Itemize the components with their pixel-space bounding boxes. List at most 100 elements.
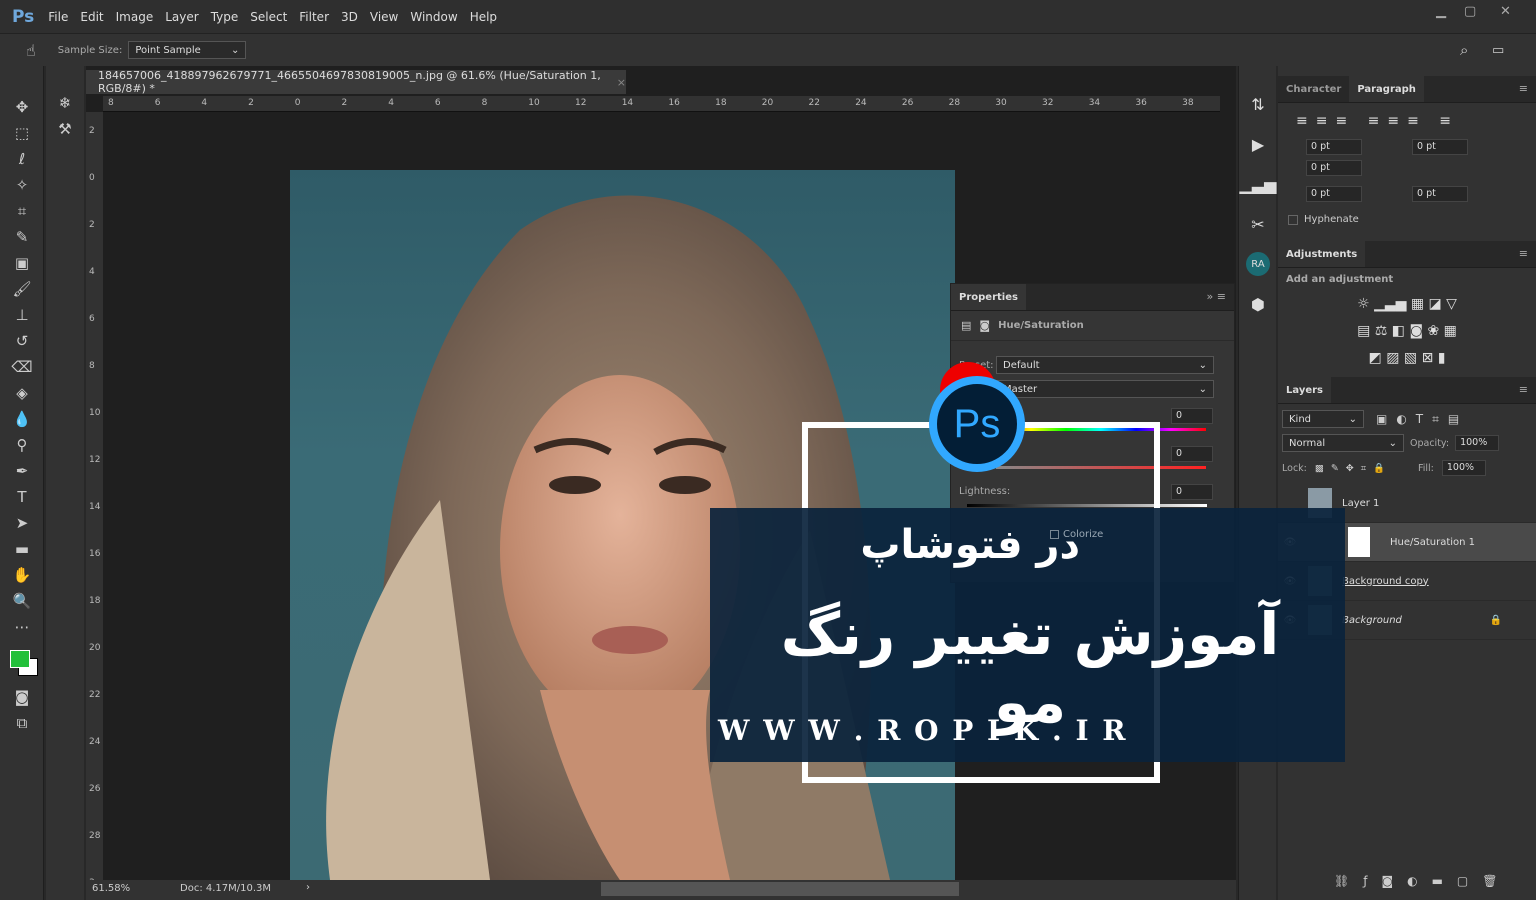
crop-tool-icon[interactable]: ⌗ — [0, 198, 44, 224]
color-swatches[interactable] — [0, 640, 43, 684]
eyedropper-tool-icon[interactable]: ✎ — [0, 224, 44, 250]
zoom-level[interactable]: 61.58% — [92, 883, 130, 894]
properties-title[interactable]: Properties — [951, 284, 1026, 310]
banner-url: W W W . R O P I K . I R — [718, 714, 1128, 747]
colorize-checkbox-box[interactable] — [1050, 530, 1059, 539]
channel-select[interactable]: Master ⌄ — [996, 380, 1214, 398]
menu-type[interactable]: Type — [211, 10, 239, 24]
tools-panel: ✥ ⬚ ℓ ✧ ⌗ ✎ ▣ 🖌 ⊥ ↺ ⌫ ◈ 💧 ⚲ ✒ T ➤ ▬ ✋ 🔍 … — [0, 66, 44, 900]
ruler-tick-label: 34 — [1088, 98, 1101, 108]
adjustment-icons[interactable]: ☼ ▁▃▅ ▦ ◪ ▽ ▤ ⚖ ◧ ◙ ❀ ▦ ◩ ▨ ▧ ⊠ ▮ — [1278, 291, 1536, 371]
eraser-tool-icon[interactable]: ⌫ — [0, 354, 44, 380]
lock-icons[interactable]: ▩✎✥⌗🔒 — [1315, 463, 1392, 474]
patch-tool-icon[interactable]: ▣ — [0, 250, 44, 276]
ruler-tick-label: 20 — [761, 98, 774, 108]
horizontal-scrollbar[interactable] — [601, 882, 959, 896]
document-tab[interactable]: 184657006_418897962679771_46655046978308… — [86, 69, 626, 95]
tools-cross-icon[interactable]: ✂ — [1239, 204, 1277, 244]
restore-icon[interactable]: ▢ — [1464, 4, 1476, 19]
close-icon[interactable]: ✕ — [1500, 4, 1511, 19]
tab-character[interactable]: Character — [1278, 76, 1349, 102]
ruler-tick-label: 28 — [948, 98, 961, 108]
adjustments-title[interactable]: Adjustments — [1278, 241, 1366, 267]
tab-paragraph[interactable]: Paragraph — [1349, 76, 1424, 102]
move-tool-icon[interactable]: ✥ — [0, 94, 44, 120]
close-tab-icon[interactable]: × — [617, 76, 626, 89]
workspace-icon[interactable]: ▭ — [1492, 43, 1504, 58]
mask-icon[interactable]: ◙ — [979, 319, 990, 332]
marquee-tool-icon[interactable]: ⬚ — [0, 120, 44, 146]
snowflake-icon[interactable]: ❄ — [46, 90, 84, 116]
foreground-color-swatch[interactable] — [10, 650, 30, 668]
stamp-tool-icon[interactable]: ⊥ — [0, 302, 44, 328]
hand-pointer-icon[interactable]: ☝ — [26, 41, 36, 60]
screen-mode-icon[interactable]: ⧉ — [0, 710, 44, 736]
panel-menu-icon[interactable]: ≡ — [1519, 383, 1528, 396]
type-tool-icon[interactable]: T — [0, 484, 44, 510]
magic-wand-tool-icon[interactable]: ✧ — [0, 172, 44, 198]
lightness-field[interactable]: 0 — [1171, 484, 1213, 500]
indent-right-field[interactable]: 0 pt — [1412, 139, 1468, 155]
quick-mask-icon[interactable]: ◙ — [0, 684, 44, 710]
path-select-tool-icon[interactable]: ➤ — [0, 510, 44, 536]
status-arrow-icon[interactable]: › — [306, 882, 310, 893]
search-icon[interactable]: ⌕ — [1460, 41, 1468, 59]
alignment-buttons[interactable]: ≡≡≡ ≡≡≡ ≡ — [1278, 103, 1536, 139]
actions-play-icon[interactable]: ▶ — [1239, 124, 1277, 164]
zoom-tool-icon[interactable]: 🔍 — [0, 588, 44, 614]
menu-view[interactable]: View — [370, 10, 398, 24]
layer-filter-icons[interactable]: ▣◐T⌗▤ — [1376, 412, 1468, 427]
indent-left-field[interactable]: 0 pt — [1306, 139, 1362, 155]
menu-select[interactable]: Select — [250, 10, 287, 24]
menu-help[interactable]: Help — [470, 10, 497, 24]
menu-edit[interactable]: Edit — [80, 10, 103, 24]
fill-field[interactable]: 100% — [1441, 460, 1486, 476]
hand-tool-icon[interactable]: ✋ — [0, 562, 44, 588]
brush-presets-icon[interactable]: ⚒ — [46, 116, 84, 142]
more-tools-icon[interactable]: ⋯ — [0, 614, 44, 640]
blur-tool-icon[interactable]: 💧 — [0, 406, 44, 432]
dodge-tool-icon[interactable]: ⚲ — [0, 432, 44, 458]
histogram-icon[interactable]: ▁▃▅ — [1239, 164, 1277, 204]
right-panels: Character Paragraph ≡ ≡≡≡ ≡≡≡ ≡ 0 pt 0 p… — [1278, 66, 1536, 900]
preset-select[interactable]: Default ⌄ — [996, 356, 1214, 374]
menu-file[interactable]: File — [48, 10, 68, 24]
panel-menu-icon[interactable]: ≡ — [1519, 82, 1528, 95]
layers-title[interactable]: Layers — [1278, 377, 1331, 403]
hyphenate-checkbox[interactable]: Hyphenate — [1288, 214, 1359, 225]
hue-field[interactable]: 0 — [1171, 408, 1213, 424]
menu-image[interactable]: Image — [116, 10, 154, 24]
layer-kind-filter[interactable]: Kind ⌄ — [1282, 410, 1364, 428]
panel-menu-icon[interactable]: » ≡ — [1207, 290, 1226, 303]
ruler-tick-label: 30 — [995, 98, 1007, 108]
saturation-field[interactable]: 0 — [1171, 446, 1213, 462]
ruler-tick-label: 18 — [715, 98, 727, 108]
pen-tool-icon[interactable]: ✒ — [0, 458, 44, 484]
layers-footer-icons[interactable]: ⛓ƒ◙◐▬▢🗑 — [1334, 874, 1511, 888]
paint-bucket-tool-icon[interactable]: ◈ — [0, 380, 44, 406]
colorize-label: Colorize — [1063, 529, 1104, 540]
ra-plugin-icon[interactable]: RA — [1239, 244, 1277, 284]
app-logo: Ps — [12, 6, 35, 27]
sample-size-select[interactable]: Point Sample ⌄ — [128, 41, 247, 59]
opacity-field[interactable]: 100% — [1455, 435, 1500, 451]
menu-filter[interactable]: Filter — [299, 10, 329, 24]
space-after-field[interactable]: 0 pt — [1412, 186, 1468, 202]
history-icon[interactable]: ⇅ — [1239, 84, 1277, 124]
indent-first-line-field[interactable]: 0 pt — [1306, 160, 1362, 176]
menu-window[interactable]: Window — [410, 10, 457, 24]
brush-tool-icon[interactable]: 🖌 — [0, 276, 44, 302]
lasso-tool-icon[interactable]: ℓ — [0, 146, 44, 172]
blend-mode-select[interactable]: Normal ⌄ — [1282, 434, 1404, 452]
space-before-field[interactable]: 0 pt — [1306, 186, 1362, 202]
3d-icon[interactable]: ⬢ — [1239, 284, 1277, 324]
panel-menu-icon[interactable]: ≡ — [1519, 247, 1528, 260]
rectangle-tool-icon[interactable]: ▬ — [0, 536, 44, 562]
menu-3d[interactable]: 3D — [341, 10, 358, 24]
minimize-icon[interactable]: ▁ — [1436, 4, 1446, 19]
ruler-tick-label: 26 — [89, 784, 101, 794]
doc-info[interactable]: Doc: 4.17M/10.3M — [180, 883, 271, 894]
menu-layer[interactable]: Layer — [165, 10, 198, 24]
history-brush-tool-icon[interactable]: ↺ — [0, 328, 44, 354]
colorize-checkbox[interactable]: Colorize — [1050, 529, 1103, 540]
